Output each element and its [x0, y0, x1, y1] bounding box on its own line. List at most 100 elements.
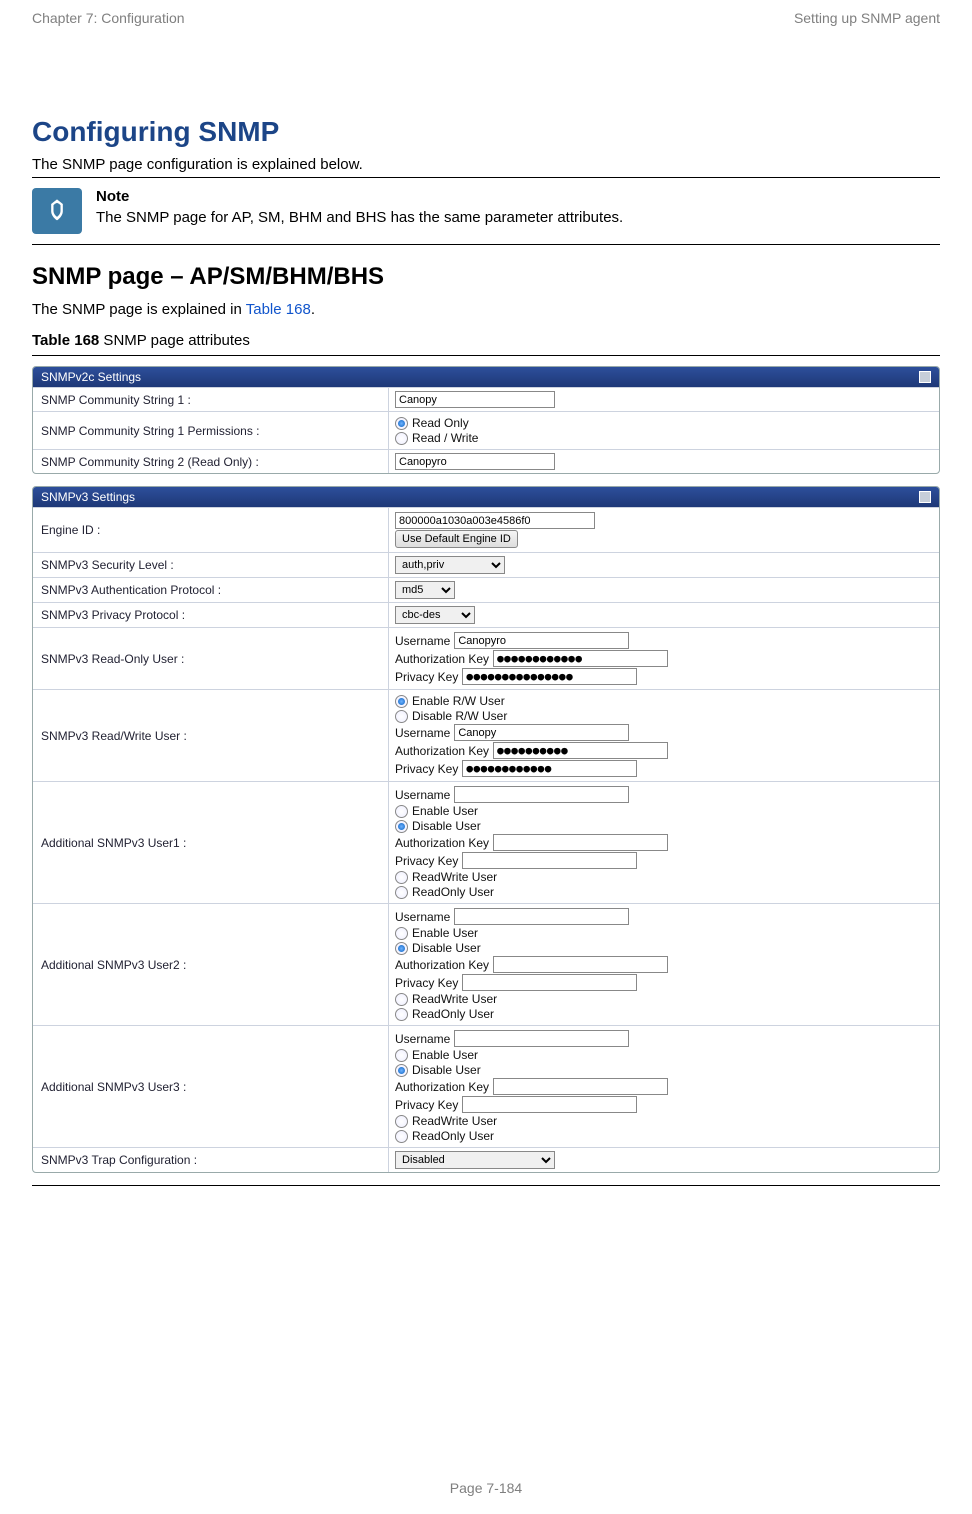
ro-privkey-input[interactable] [462, 668, 637, 685]
divider [32, 177, 940, 178]
field-label: Authorization Key [395, 652, 489, 666]
divider [32, 355, 940, 356]
radio-readonly-user[interactable] [395, 886, 408, 899]
panel-title: SNMPv2c Settings [41, 370, 141, 384]
priv-protocol-select[interactable]: cbc-des [395, 606, 475, 624]
field-label: Privacy Key [395, 762, 458, 776]
add1-privkey-input[interactable] [462, 852, 637, 869]
radio-label: Disable User [412, 819, 481, 833]
radio-readwrite-user[interactable] [395, 871, 408, 884]
radio-label: Disable R/W User [412, 709, 507, 723]
radio-label: ReadWrite User [412, 992, 497, 1006]
radio-label: ReadWrite User [412, 1114, 497, 1128]
radio-label: ReadOnly User [412, 1007, 494, 1021]
table-ref-link[interactable]: Table 168 [246, 301, 311, 318]
header-left: Chapter 7: Configuration [32, 10, 185, 26]
row-label: Additional SNMPv3 User3 : [33, 1026, 388, 1147]
page-footer: Page 7-184 [0, 1480, 972, 1496]
field-label: Privacy Key [395, 1098, 458, 1112]
note-title: Note [96, 188, 940, 205]
rw-authkey-input[interactable] [493, 742, 668, 759]
divider [32, 244, 940, 245]
row-label: Additional SNMPv3 User1 : [33, 782, 388, 903]
radio-disable-user[interactable] [395, 1064, 408, 1077]
panel-snmpv2c: SNMPv2c Settings SNMP Community String 1… [32, 366, 940, 474]
add1-username-input[interactable] [454, 786, 629, 803]
note-icon [32, 188, 82, 234]
panel-title: SNMPv3 Settings [41, 490, 135, 504]
radio-label: Enable User [412, 1048, 478, 1062]
rw-username-input[interactable] [454, 724, 629, 741]
collapse-icon[interactable] [919, 371, 931, 383]
field-label: Authorization Key [395, 744, 489, 758]
community-string-2-input[interactable] [395, 453, 555, 470]
radio-readwrite-user[interactable] [395, 1115, 408, 1128]
field-label: Username [395, 788, 450, 802]
radio-label: Enable User [412, 926, 478, 940]
row-label: Additional SNMPv3 User2 : [33, 904, 388, 1025]
field-label: Username [395, 910, 450, 924]
field-label: Privacy Key [395, 976, 458, 990]
add3-username-input[interactable] [454, 1030, 629, 1047]
row-label: SNMPv3 Privacy Protocol : [33, 603, 388, 627]
radio-disable-user[interactable] [395, 820, 408, 833]
row-label: SNMPv3 Trap Configuration : [33, 1148, 388, 1172]
radio-label: ReadOnly User [412, 1129, 494, 1143]
ro-username-input[interactable] [454, 632, 629, 649]
radio-read-write[interactable] [395, 432, 408, 445]
radio-disable-user[interactable] [395, 942, 408, 955]
radio-enable-user[interactable] [395, 927, 408, 940]
trap-config-select[interactable]: Disabled [395, 1151, 555, 1169]
radio-enable-user[interactable] [395, 805, 408, 818]
field-label: Privacy Key [395, 854, 458, 868]
note-text: The SNMP page for AP, SM, BHM and BHS ha… [96, 209, 940, 226]
explain-post: . [311, 301, 315, 318]
row-label: SNMP Community String 2 (Read Only) : [33, 450, 388, 473]
radio-read-only[interactable] [395, 417, 408, 430]
use-default-engine-id-button[interactable]: Use Default Engine ID [395, 530, 518, 548]
row-label: SNMP Community String 1 Permissions : [33, 412, 388, 449]
field-label: Username [395, 726, 450, 740]
add3-authkey-input[interactable] [493, 1078, 668, 1095]
row-label: SNMPv3 Security Level : [33, 553, 388, 577]
collapse-icon[interactable] [919, 491, 931, 503]
explain-text: The SNMP page is explained in Table 168. [32, 301, 940, 318]
ro-authkey-input[interactable] [493, 650, 668, 667]
radio-label: ReadOnly User [412, 885, 494, 899]
add2-username-input[interactable] [454, 908, 629, 925]
add2-privkey-input[interactable] [462, 974, 637, 991]
add3-privkey-input[interactable] [462, 1096, 637, 1113]
radio-label: Disable User [412, 1063, 481, 1077]
radio-disable-rw-user[interactable] [395, 710, 408, 723]
radio-label: Read / Write [412, 431, 478, 445]
radio-readonly-user[interactable] [395, 1130, 408, 1143]
field-label: Authorization Key [395, 1080, 489, 1094]
field-label: Authorization Key [395, 958, 489, 972]
radio-label: Enable User [412, 804, 478, 818]
radio-label: ReadWrite User [412, 870, 497, 884]
rw-privkey-input[interactable] [462, 760, 637, 777]
row-label: SNMPv3 Authentication Protocol : [33, 578, 388, 602]
security-level-select[interactable]: auth,priv [395, 556, 505, 574]
panel-snmpv3: SNMPv3 Settings Engine ID : Use Default … [32, 486, 940, 1173]
field-label: Authorization Key [395, 836, 489, 850]
page-title: Configuring SNMP [32, 116, 940, 148]
radio-readonly-user[interactable] [395, 1008, 408, 1021]
radio-enable-rw-user[interactable] [395, 695, 408, 708]
section-heading: SNMP page – AP/SM/BHM/BHS [32, 263, 940, 291]
row-label: SNMPv3 Read/Write User : [33, 690, 388, 781]
add2-authkey-input[interactable] [493, 956, 668, 973]
community-string-1-input[interactable] [395, 391, 555, 408]
field-label: Privacy Key [395, 670, 458, 684]
add1-authkey-input[interactable] [493, 834, 668, 851]
radio-readwrite-user[interactable] [395, 993, 408, 1006]
row-label: Engine ID : [33, 508, 388, 552]
auth-protocol-select[interactable]: md5 [395, 581, 455, 599]
explain-pre: The SNMP page is explained in [32, 301, 246, 318]
intro-text: The SNMP page configuration is explained… [32, 156, 940, 173]
table-caption-bold: Table 168 [32, 332, 99, 349]
row-label: SNMP Community String 1 : [33, 388, 388, 411]
radio-label: Disable User [412, 941, 481, 955]
radio-enable-user[interactable] [395, 1049, 408, 1062]
engine-id-input[interactable] [395, 512, 595, 529]
